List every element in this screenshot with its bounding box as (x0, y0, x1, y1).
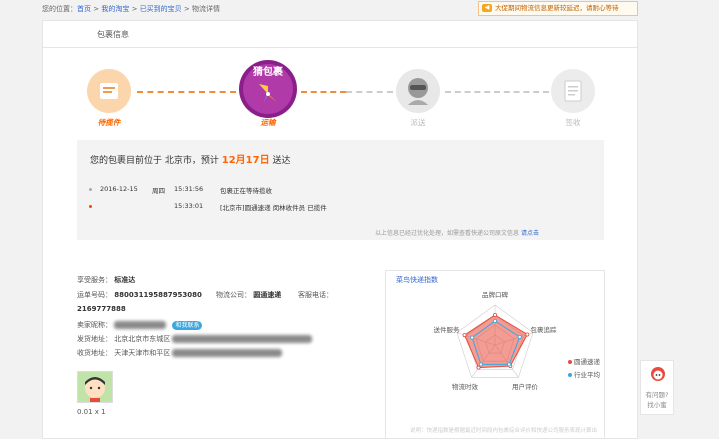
step-transit: 猜包裹 (237, 58, 299, 118)
progress-line-pending (445, 91, 549, 93)
tracking-row: 运单号码： 880031195887953080 (77, 290, 202, 300)
robot-face-icon (651, 367, 665, 381)
step-label-delivery: 派送 (410, 118, 426, 127)
panel-title: 包裹信息 (97, 30, 129, 39)
legend-item-average: 行业平均 (568, 369, 600, 379)
step-label-signed: 签收 (565, 118, 581, 127)
guess-package-badge: 猜包裹 (253, 67, 283, 78)
legend-swatch (568, 373, 572, 377)
product-thumbnail[interactable] (77, 371, 113, 403)
seller-name-redacted (114, 321, 167, 329)
ship-address-redacted (172, 335, 313, 343)
breadcrumb-sep: > (131, 5, 138, 13)
legend-swatch (568, 360, 572, 364)
panel-header (42, 20, 638, 48)
contact-seller-button[interactable]: 和我联系 (172, 320, 203, 330)
company-value: 圆通速递 (253, 291, 282, 299)
progress-line-done (137, 91, 236, 93)
tracking-number: 880031195887953080 (114, 291, 202, 299)
courier-icon (396, 69, 440, 113)
recv-label: 收货地址： (77, 349, 112, 357)
step-label-pickup: 待揽件 (97, 118, 121, 127)
service-row: 享受服务： 标准达 (77, 275, 135, 285)
contact-seller-label: 和我联系 (175, 321, 200, 329)
breadcrumb-link-bought[interactable]: 已买到的宝贝 (140, 5, 182, 13)
step-pickup (87, 69, 131, 113)
breadcrumb-link-home[interactable]: 首页 (77, 5, 91, 13)
seller-row: 卖家昵称： 和我联系 (77, 320, 203, 330)
timeline-dot (89, 188, 92, 191)
phone-label: 客服电话： (298, 291, 333, 299)
breadcrumb-current: 物流详情 (192, 5, 221, 13)
recv-address-redacted (172, 349, 283, 357)
help-chat-widget[interactable]: 有问题? 找小蜜 (640, 360, 674, 415)
service-label: 享受服务： (77, 276, 112, 284)
product-qty: 0.01 x 1 (77, 408, 106, 416)
breadcrumb: 您的位置：首页 > 我的淘宝 > 已买到的宝贝 > 物流详情 (42, 4, 220, 14)
ship-address: 北京北京市东城区 (114, 335, 171, 343)
step-signed (551, 69, 595, 113)
recv-address: 天津天津市和平区 (114, 349, 171, 357)
timeline-text: 包裹正在等待揽收 (220, 187, 272, 195)
original-info-link[interactable]: 请点击 (521, 230, 539, 237)
radar-legend: 圆通速递 行业平均 (568, 356, 600, 379)
timeline-date: 2016-12-15 (100, 185, 138, 193)
progress-line-active (301, 91, 346, 93)
megaphone-icon: ◀ (482, 4, 492, 12)
seller-label: 卖家昵称： (77, 321, 112, 329)
radar-axis-label: 送件服务 (433, 326, 460, 335)
timeline-weekday: 周四 (152, 187, 165, 195)
recv-address-row: 收货地址： 天津天津市和平区 (77, 348, 283, 358)
status-suffix: 送达 (272, 156, 291, 166)
radar-axis-labels: 品牌口碑包裹追踪用户评价 物流时效 送件服务 (420, 285, 570, 400)
package-icon (87, 69, 131, 113)
notice-text: 大促期间物流信息更新较延迟，请耐心等待 (495, 4, 619, 12)
service-value: 标准达 (114, 276, 136, 284)
legend-label: 圆通速递 (574, 358, 600, 366)
tracking-label: 运单号码： (77, 291, 112, 299)
ship-address-row: 发货地址： 北京北京市东城区 (77, 334, 313, 344)
phone-number: 2169777888 (77, 305, 126, 313)
product-image (78, 372, 112, 402)
chat-line1: 有问题? (645, 391, 669, 399)
timeline-time: 15:33:01 (174, 202, 204, 210)
phone-value: 2169777888 (77, 305, 126, 313)
courier-index-title: 菜鸟快递指数 (396, 276, 438, 284)
radar-footnote: 说明：快递指数是根据最近时间段内包裹综合评价和快递公司服务表现计算出 (410, 428, 598, 434)
timeline-text: [北京市]圆通速递 闵林收件员 已揽件 (220, 204, 327, 212)
legend-item-courier: 圆通速递 (568, 356, 600, 366)
current-status: 您的包裹目前位于 北京市，预计 12月17日 送达 (90, 151, 290, 166)
radar-axis-label: 物流时效 (452, 383, 479, 392)
more-info-text: 以上信息已经过优化处理，如需查看快递公司原文信息 (375, 230, 520, 237)
breadcrumb-prefix: 您的位置： (42, 5, 77, 13)
chat-line2: 找小蜜 (647, 401, 667, 409)
sign-icon (551, 69, 595, 113)
breadcrumb-sep: > (93, 5, 100, 13)
breadcrumb-link-my-taobao[interactable]: 我的淘宝 (101, 5, 129, 13)
radar-axis-label: 用户评价 (511, 383, 538, 392)
step-delivery (396, 69, 440, 113)
breadcrumb-sep: > (183, 5, 190, 13)
legend-label: 行业平均 (574, 371, 600, 379)
company-label: 物流公司： (216, 291, 251, 299)
radar-axis-label: 包裹追踪 (530, 326, 557, 335)
delay-notice: ◀ 大促期间物流信息更新较延迟，请耐心等待 (478, 1, 638, 16)
timeline-dot-latest (89, 205, 92, 208)
progress-line-pending (346, 91, 393, 93)
eta-date: 12月17日 (221, 155, 270, 166)
timeline-time: 15:31:56 (174, 185, 204, 193)
more-info: 以上信息已经过优化处理，如需查看快递公司原文信息 请点击 (375, 228, 539, 237)
status-prefix: 您的包裹目前位于 北京市，预计 (90, 156, 219, 166)
radar-axis-label: 品牌口碑 (482, 291, 508, 299)
ship-label: 发货地址： (77, 335, 112, 343)
step-label-transit: 运输 (260, 118, 276, 127)
company-row: 物流公司： 圆通速递 (216, 290, 281, 300)
